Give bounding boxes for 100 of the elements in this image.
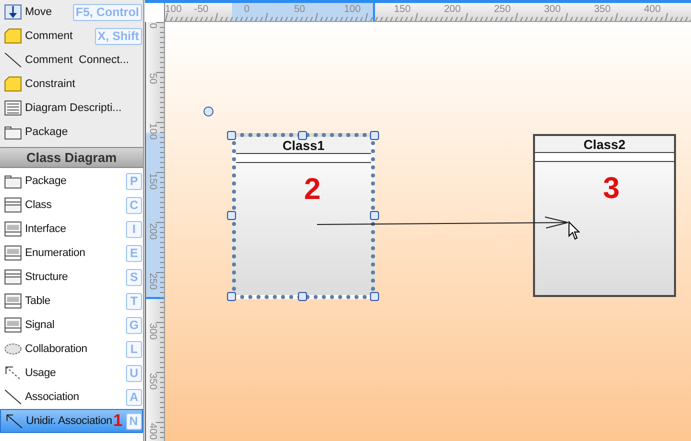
- stereotype-icon: [4, 293, 22, 309]
- ruler-label: 100: [344, 4, 361, 15]
- shortcut-key: S: [126, 268, 142, 286]
- note-icon: [4, 28, 22, 44]
- stereotype-icon: [4, 221, 22, 237]
- arrow-icon: [5, 413, 23, 429]
- ruler-label: 0: [244, 4, 250, 15]
- line-icon: [4, 52, 22, 68]
- class-name: Class1: [236, 137, 371, 154]
- item-label: Table: [25, 294, 52, 309]
- ruler-label: 250: [494, 4, 511, 15]
- toolbox-item[interactable]: Collaboration L: [0, 337, 143, 361]
- resize-handle[interactable]: [370, 131, 379, 140]
- resize-handle[interactable]: [370, 211, 379, 220]
- document-icon: [4, 100, 22, 116]
- item-label: Class: [25, 198, 53, 213]
- step-number: 3: [603, 174, 620, 204]
- class-box[interactable]: Class1 2: [232, 133, 375, 299]
- shortcut-key: A: [126, 388, 142, 406]
- shortcut-key: L: [126, 340, 142, 358]
- ruler-label: 150: [394, 4, 411, 15]
- ruler-label: 400: [147, 423, 158, 440]
- ruler-label: 350: [594, 4, 611, 15]
- cursor-icon: [568, 221, 580, 240]
- item-label: Enumeration: [25, 246, 86, 261]
- ruler-label: 400: [644, 4, 661, 15]
- section-header[interactable]: Class Diagram: [0, 147, 143, 168]
- ruler-label: 100: [147, 123, 158, 140]
- class-icon: [4, 269, 22, 285]
- ruler-label: 300: [147, 323, 158, 340]
- item-label: Signal: [25, 318, 56, 333]
- ruler-corner: [145, 3, 165, 22]
- step-number: 2: [304, 175, 321, 205]
- class-name: Class2: [535, 136, 674, 153]
- item-label: Structure: [25, 270, 69, 285]
- ruler-label: 200: [147, 223, 158, 240]
- toolbox-item[interactable]: Unidir. Association 1 N: [0, 409, 143, 433]
- move-down-icon: [4, 4, 22, 20]
- folder-icon: [4, 173, 22, 189]
- toolbox-item[interactable]: Move F5, Control: [0, 0, 143, 24]
- resize-handle[interactable]: [298, 292, 307, 301]
- toolbox-item[interactable]: Package: [0, 120, 143, 144]
- class-icon: [4, 197, 22, 213]
- item-label: Interface: [25, 222, 68, 237]
- ruler-label: 50: [147, 73, 158, 84]
- ruler-label: 50: [294, 4, 306, 15]
- toolbox-item[interactable]: Enumeration E: [0, 241, 143, 265]
- shortcut-key: U: [126, 364, 142, 382]
- toolbox-item[interactable]: Diagram Descripti...: [0, 96, 143, 120]
- item-label: Package: [25, 124, 69, 140]
- toolbox-item[interactable]: Class C: [0, 193, 143, 217]
- item-label: Association: [25, 390, 80, 405]
- item-label: Diagram Descripti...: [25, 100, 123, 116]
- toolbox-item[interactable]: Structure S: [0, 265, 143, 289]
- toolbox-item[interactable]: Signal G: [0, 313, 143, 337]
- line-icon: [4, 389, 22, 405]
- item-label: Comment Connect...: [25, 52, 130, 68]
- item-label: Package: [25, 174, 68, 189]
- folder-icon: [4, 124, 22, 140]
- toolbox-item[interactable]: Usage U: [0, 361, 143, 385]
- toolbox-item[interactable]: Table T: [0, 289, 143, 313]
- item-label: Move: [25, 4, 53, 20]
- resize-handle[interactable]: [370, 292, 379, 301]
- ruler-label: 350: [147, 373, 158, 390]
- ruler-label: 0: [147, 23, 158, 29]
- shortcut-key: P: [126, 172, 142, 190]
- shortcut-key: T: [126, 292, 142, 310]
- dashed-arrow-icon: [4, 365, 22, 381]
- resize-handle[interactable]: [227, 292, 236, 301]
- resize-handle[interactable]: [227, 211, 236, 220]
- shortcut-key: I: [126, 220, 142, 238]
- note-icon: [4, 76, 22, 92]
- toolbox-item[interactable]: Association A: [0, 385, 143, 409]
- item-label: Constraint: [25, 76, 76, 92]
- stereotype-icon: [4, 245, 22, 261]
- handle-icon[interactable]: [203, 106, 214, 117]
- toolbox-item[interactable]: Comment X, Shift: [0, 24, 143, 48]
- ruler-label: 150: [147, 173, 158, 190]
- step-number: 1: [113, 411, 123, 431]
- shortcut-key: F5, Control: [72, 4, 142, 20]
- ruler-label: -50: [194, 4, 208, 15]
- toolbox-item[interactable]: Package P: [0, 169, 143, 193]
- item-label: Collaboration: [25, 342, 88, 357]
- shortcut-key: E: [126, 244, 142, 262]
- resize-handle[interactable]: [298, 131, 307, 140]
- ruler-label: 300: [544, 4, 561, 15]
- shortcut-key: G: [126, 316, 142, 334]
- shortcut-key: C: [126, 196, 142, 214]
- toolbox-item[interactable]: Interface I: [0, 217, 143, 241]
- resize-handle[interactable]: [227, 131, 236, 140]
- item-label: Comment: [25, 28, 74, 44]
- item-label: Unidir. Association: [26, 414, 112, 429]
- shortcut-key: X, Shift: [94, 28, 142, 44]
- ruler-label: 100: [165, 4, 182, 15]
- class-box[interactable]: Class2 3: [533, 134, 676, 297]
- toolbox-item[interactable]: Comment Connect...: [0, 48, 143, 72]
- toolbox-item[interactable]: Constraint: [0, 72, 143, 96]
- ruler-label: 250: [147, 273, 158, 290]
- ruler-label: 200: [444, 4, 461, 15]
- item-label: Usage: [25, 366, 57, 381]
